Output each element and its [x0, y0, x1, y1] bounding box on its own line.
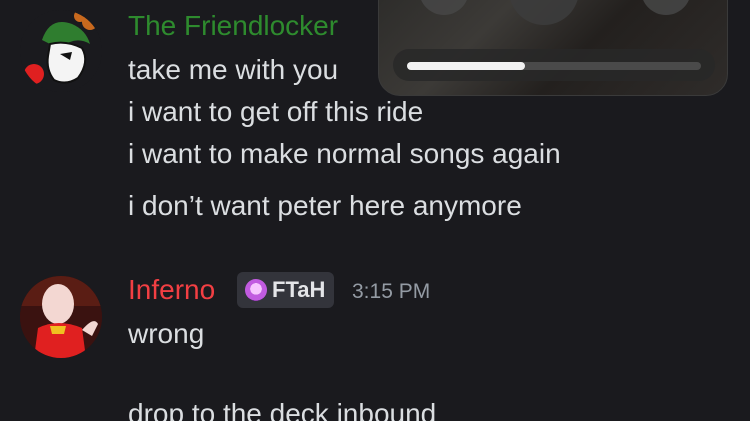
- guild-tag-icon: [245, 279, 267, 301]
- video-progress-bar[interactable]: [393, 49, 715, 81]
- forward-icon: 10: [655, 0, 678, 1]
- server-tag-badge[interactable]: FTaH: [237, 272, 335, 308]
- message-line: take me with you: [128, 54, 339, 85]
- avatar[interactable]: [20, 276, 102, 358]
- video-pip-player[interactable]: 10 10: [378, 0, 728, 96]
- avatar[interactable]: [20, 10, 102, 92]
- play-button[interactable]: [509, 0, 579, 25]
- message-line: drop to the deck inbound: [128, 398, 437, 421]
- server-tag-label: FTaH: [272, 277, 326, 302]
- forward-10-button[interactable]: 10: [641, 0, 691, 15]
- play-icon: [531, 0, 557, 3]
- message-line: i want to get off this ride: [128, 96, 424, 127]
- rewind-10-button[interactable]: 10: [419, 0, 469, 15]
- message-line: wrong: [128, 318, 205, 349]
- rewind-icon: 10: [433, 0, 456, 1]
- message-line: i don’t want peter here anymore: [128, 190, 522, 221]
- friendlocker-avatar-image: [20, 10, 102, 92]
- author-name[interactable]: The Friendlocker: [128, 10, 338, 42]
- author-name[interactable]: Inferno: [128, 274, 215, 306]
- message-timestamp[interactable]: 3:15 PM: [352, 280, 430, 304]
- inferno-avatar-image: [20, 276, 102, 358]
- progress-fill: [407, 62, 525, 70]
- message-line: i want to make normal songs again: [128, 138, 561, 169]
